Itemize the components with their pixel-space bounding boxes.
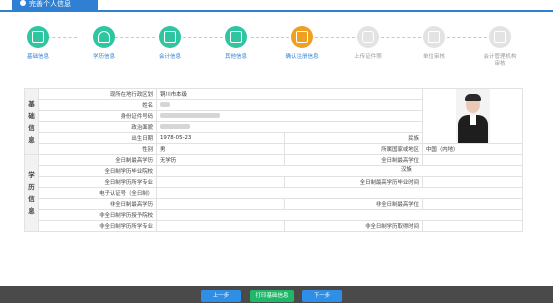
name-label: 姓名 [38, 99, 157, 111]
region-value: 铜川市本级 [155, 88, 424, 100]
ft-highest-edu-value: 无学历 [156, 154, 285, 166]
section-education-label: 学历信息 [28, 171, 35, 215]
camera-icon [357, 26, 379, 48]
step-label: 上传证件照 [354, 54, 382, 60]
birth-value: 1978-05-23 [156, 132, 285, 144]
gender-label: 性别 [38, 143, 157, 155]
next-step-button[interactable]: 下一步 [302, 290, 342, 302]
ft-highest-degree-label: 全日制最高学位 [283, 154, 424, 166]
print-basic-info-button[interactable]: 打印基础信息 [250, 290, 294, 302]
pt-highest-edu-value [156, 198, 285, 210]
registration-page: 完善个人信息 基础信息 学历信息 会计信息 其他信息 确认注册信息 上传证件照 … [0, 0, 553, 303]
step-label: 单位审核 [422, 54, 445, 60]
pt-school-value [155, 209, 524, 221]
header-tab: 完善个人信息 [12, 0, 98, 12]
ft-grad-time-value [422, 176, 524, 188]
pt-time-label: 非全日制学历取得时间 [283, 220, 424, 232]
ethnicity-label: 民族 [283, 132, 424, 144]
pt-highest-degree-value [422, 198, 524, 210]
pt-highest-degree-label: 非全日制最高学位 [283, 198, 424, 210]
step-other-info[interactable]: 其他信息 [206, 26, 266, 61]
header-title: 完善个人信息 [29, 0, 71, 8]
user-icon [20, 0, 26, 6]
info-table: 基础信息 现所在地行政区划 铜川市本级 姓名 身份证件号码 政治面貌 出生日期 … [24, 88, 524, 232]
step-label: 其他信息 [224, 54, 247, 60]
step-unit-review: 单位审核 [404, 26, 464, 61]
pt-highest-edu-label: 非全日制最高学历 [38, 198, 157, 210]
step-label: 会计信息 [158, 54, 181, 60]
politics-value [155, 121, 424, 133]
step-label: 学历信息 [92, 54, 115, 60]
pt-school-label: 非全日制学历授予院校 [38, 209, 157, 221]
calculator-icon [159, 26, 181, 48]
step-label: 确认注册信息 [285, 54, 319, 60]
section-education: 学历信息 [24, 154, 39, 232]
checklist-icon [291, 26, 313, 48]
step-accounting-info[interactable]: 会计信息 [140, 26, 200, 61]
id-number-value [155, 110, 424, 122]
step-education-info[interactable]: 学历信息 [74, 26, 134, 61]
footer-bar: 上一步 打印基础信息 下一步 [0, 286, 553, 303]
pt-major-label: 非全日制学历所学专业 [38, 220, 157, 232]
id-photo [455, 89, 490, 143]
photo-cell [422, 88, 524, 144]
ft-highest-degree-value [422, 154, 524, 166]
ft-school-value [155, 165, 524, 177]
politics-label: 政治面貌 [38, 121, 157, 133]
ft-grad-time-label: 全日制最高学历毕业时间 [283, 176, 424, 188]
ethnicity-value: 汉族 [401, 167, 412, 173]
pt-major-value [156, 220, 285, 232]
gender-value: 男 [156, 143, 285, 155]
step-basic-info[interactable]: 基础信息 [8, 26, 68, 61]
registration-summary: 基础信息 现所在地行政区划 铜川市本级 姓名 身份证件号码 政治面貌 出生日期 … [24, 88, 524, 232]
section-basic: 基础信息 [24, 88, 39, 155]
name-value [155, 99, 424, 111]
progress-steps: 基础信息 学历信息 会计信息 其他信息 确认注册信息 上传证件照 单位审核 会计… [0, 26, 553, 76]
e-cert-value [155, 187, 524, 199]
country-value: 中国（内地） [422, 143, 524, 155]
edit-icon [423, 26, 445, 48]
graduation-cap-icon [93, 26, 115, 48]
step-upload-photo: 上传证件照 [338, 26, 398, 61]
country-label: 所属国家或地区 [283, 143, 424, 155]
id-number-label: 身份证件号码 [38, 110, 157, 122]
step-agency-review: 会计管理机构审核 [470, 26, 530, 68]
ft-major-value [156, 176, 285, 188]
section-basic-label: 基础信息 [28, 99, 35, 144]
region-label: 现所在地行政区划 [38, 88, 157, 100]
pt-time-value [422, 220, 524, 232]
monitor-icon [489, 26, 511, 48]
ft-major-label: 全日制学历所学专业 [38, 176, 157, 188]
ft-highest-edu-label: 全日制最高学历 [38, 154, 157, 166]
prev-step-button[interactable]: 上一步 [201, 290, 241, 302]
id-card-icon [27, 26, 49, 48]
document-icon [225, 26, 247, 48]
page-header: 完善个人信息 [0, 0, 553, 14]
birth-label: 出生日期 [38, 132, 157, 144]
step-label: 基础信息 [26, 54, 49, 60]
step-label: 会计管理机构审核 [483, 54, 517, 67]
e-cert-label: 电子认证号（全日制） [38, 187, 157, 199]
step-confirm-registration[interactable]: 确认注册信息 [272, 26, 332, 61]
ft-school-label: 全日制学历毕业院校 [38, 165, 157, 177]
